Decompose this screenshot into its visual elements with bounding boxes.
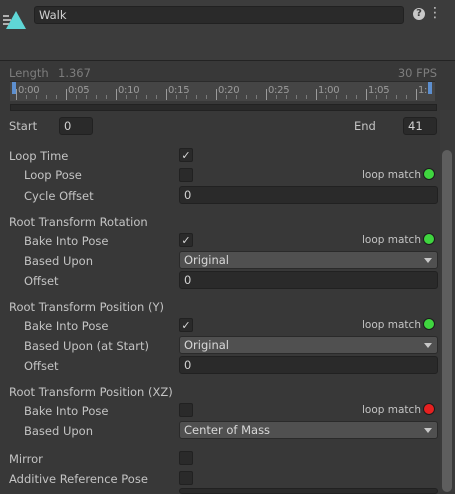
loop-time-label: Loop Time	[9, 149, 69, 163]
cycle-offset-field[interactable]: 0	[179, 186, 438, 204]
length-label: Length	[9, 66, 49, 80]
loop-match-label: loop match	[362, 319, 421, 331]
end-label: End	[354, 119, 376, 133]
position-y-based-dropdown[interactable]: Original	[179, 336, 438, 354]
chevron-down-icon	[424, 258, 432, 263]
position-y-based-label: Based Upon (at Start)	[24, 339, 149, 353]
timeline-scroll-track[interactable]	[10, 104, 437, 111]
position-xz-bake-label: Bake Into Pose	[24, 404, 109, 418]
animation-clip-icon	[3, 11, 26, 29]
loop-match-label: loop match	[362, 169, 421, 181]
cycle-offset-label: Cycle Offset	[24, 189, 94, 203]
rotation-bake-label: Bake Into Pose	[24, 234, 109, 248]
additive-reference-pose-checkbox[interactable]	[179, 471, 193, 485]
loop-match-indicator	[423, 233, 435, 245]
help-icon[interactable]: ?	[413, 8, 425, 20]
timeline-ruler[interactable]: 0:00 0:05 0:10 0:15 0:20 0:25 1:00 1:05 …	[10, 81, 435, 101]
rotation-based-dropdown[interactable]: Original	[179, 251, 438, 269]
loop-match-label: loop match	[362, 404, 421, 416]
loop-time-checkbox[interactable]: ✓	[179, 148, 193, 162]
position-y-bake-checkbox[interactable]: ✓	[179, 318, 193, 332]
position-xz-based-label: Based Upon	[24, 424, 93, 438]
position-xz-bake-checkbox[interactable]	[179, 403, 193, 417]
header-divider	[0, 60, 455, 61]
additive-reference-pose-label: Additive Reference Pose	[9, 472, 148, 486]
mirror-checkbox[interactable]	[179, 451, 193, 465]
menu-icon[interactable]: ⋮	[428, 5, 442, 21]
end-marker[interactable]	[428, 82, 432, 94]
rotation-offset-label: Offset	[24, 274, 59, 288]
rotation-offset-field[interactable]: 0	[179, 271, 438, 289]
loop-match-indicator	[423, 168, 435, 180]
clip-name-field[interactable]: Walk	[34, 6, 404, 24]
mirror-label: Mirror	[9, 452, 43, 466]
end-field[interactable]: 41	[403, 117, 437, 135]
start-field[interactable]: 0	[59, 117, 93, 135]
chevron-down-icon	[424, 428, 432, 433]
position-y-bake-label: Bake Into Pose	[24, 319, 109, 333]
position-y-section-label: Root Transform Position (Y)	[9, 300, 164, 314]
loop-match-indicator	[423, 403, 435, 415]
additive-frame-field[interactable]	[179, 488, 438, 494]
length-value: 1.367	[58, 66, 91, 80]
loop-match-indicator	[423, 318, 435, 330]
loop-match-label: loop match	[362, 234, 421, 246]
start-label: Start	[9, 119, 38, 133]
position-y-offset-field[interactable]: 0	[179, 356, 438, 374]
rotation-bake-checkbox[interactable]: ✓	[179, 233, 193, 247]
loop-pose-label: Loop Pose	[24, 168, 82, 182]
loop-pose-checkbox[interactable]	[179, 168, 193, 182]
position-y-offset-label: Offset	[24, 359, 59, 373]
rotation-based-label: Based Upon	[24, 254, 93, 268]
chevron-down-icon	[424, 343, 432, 348]
scrollbar-thumb[interactable]	[442, 150, 452, 492]
position-xz-section-label: Root Transform Position (XZ)	[9, 385, 173, 399]
position-xz-based-dropdown[interactable]: Center of Mass	[179, 421, 438, 439]
rotation-section-label: Root Transform Rotation	[9, 215, 148, 229]
fps-label: 30 FPS	[397, 66, 437, 80]
